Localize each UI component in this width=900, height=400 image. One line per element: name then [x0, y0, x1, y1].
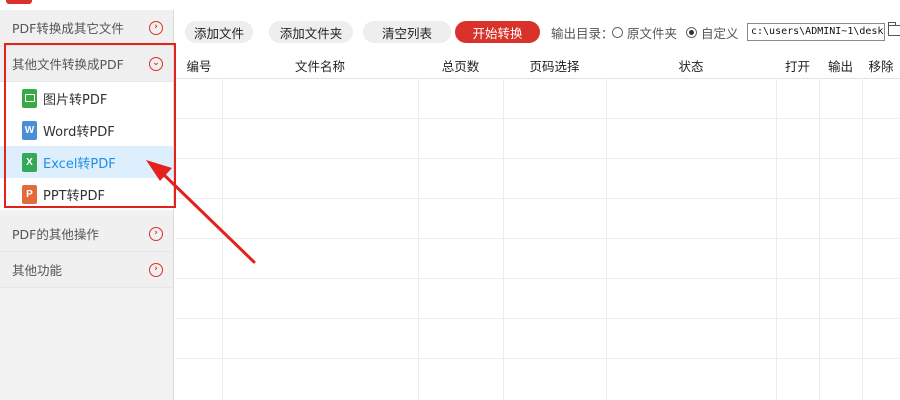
- image-file-icon: [22, 88, 37, 108]
- radio-custom-folder[interactable]: 自定义: [686, 21, 739, 43]
- collapse-arrow-icon: ⌄: [149, 56, 163, 71]
- radio-label: 自定义: [701, 25, 739, 41]
- row-divider: [176, 158, 900, 159]
- clear-list-button[interactable]: 清空列表: [363, 21, 451, 43]
- col-header-number: 编号: [186, 59, 212, 74]
- radio-label: 原文件夹: [627, 25, 678, 41]
- sidebar-item-ppt-to-pdf[interactable]: P PPT转PDF: [0, 178, 173, 210]
- output-dir-label: 输出目录：: [551, 25, 614, 41]
- sidebar-section-label: 其他文件转换成PDF: [12, 57, 124, 72]
- sidebar-item-label: 图片转PDF: [43, 92, 108, 108]
- row-divider: [176, 118, 900, 119]
- col-header-remove: 移除: [868, 59, 894, 74]
- sidebar-item-excel-to-pdf[interactable]: X Excel转PDF: [0, 146, 173, 178]
- excel-file-icon: X: [22, 152, 37, 172]
- sidebar-section-pdf-other-ops[interactable]: PDF的其他操作 ›: [0, 216, 173, 252]
- col-header-total-pages: 总页数: [441, 59, 480, 74]
- row-divider: [176, 238, 900, 239]
- col-header-status: 状态: [678, 59, 704, 74]
- col-header-filename: 文件名称: [294, 59, 345, 74]
- col-header-page-select: 页码选择: [529, 59, 580, 74]
- radio-icon: [612, 26, 623, 38]
- sidebar-section-label: 其他功能: [12, 263, 63, 278]
- folder-icon[interactable]: [888, 22, 900, 36]
- expand-arrow-icon: ›: [149, 262, 163, 277]
- start-convert-button[interactable]: 开始转换: [455, 21, 540, 43]
- radio-checked-icon: [686, 26, 697, 38]
- sidebar-item-label: Word转PDF: [43, 124, 115, 140]
- toolbar: 添加文件 添加文件夹 清空列表 开始转换 输出目录： 原文件夹 自定义 c:\u…: [174, 18, 900, 48]
- column-divider: [606, 78, 607, 400]
- row-divider: [176, 358, 900, 359]
- table-header: 编号 文件名称 总页数 页码选择 状态 打开 输出 移除: [176, 56, 900, 79]
- output-path-input[interactable]: c:\users\ADMINI~1\desktop: [747, 23, 885, 41]
- sidebar: PDF转换成其它文件 › 其他文件转换成PDF ⌄ 图片转PDF W Word转…: [0, 10, 174, 400]
- row-divider: [176, 318, 900, 319]
- sidebar-item-word-to-pdf[interactable]: W Word转PDF: [0, 114, 173, 146]
- sidebar-section-label: PDF的其他操作: [12, 227, 99, 242]
- column-divider: [862, 78, 863, 400]
- column-divider: [819, 78, 820, 400]
- word-file-icon: W: [22, 120, 37, 140]
- sidebar-section-other-to-pdf[interactable]: 其他文件转换成PDF ⌄: [0, 46, 173, 82]
- sidebar-item-image-to-pdf[interactable]: 图片转PDF: [0, 82, 173, 114]
- row-divider: [176, 278, 900, 279]
- sidebar-item-label: Excel转PDF: [43, 156, 116, 172]
- column-divider: [776, 78, 777, 400]
- sidebar-section-other-functions[interactable]: 其他功能 ›: [0, 252, 173, 288]
- expand-arrow-icon: ›: [149, 226, 163, 241]
- file-table: 编号 文件名称 总页数 页码选择 状态 打开 输出 移除: [176, 56, 900, 400]
- column-divider: [222, 78, 223, 400]
- sidebar-section-pdf-to-other[interactable]: PDF转换成其它文件 ›: [0, 10, 173, 46]
- add-file-button[interactable]: 添加文件: [185, 21, 253, 43]
- app-logo-tab: [6, 0, 32, 4]
- row-divider: [176, 198, 900, 199]
- add-folder-button[interactable]: 添加文件夹: [269, 21, 353, 43]
- column-divider: [503, 78, 504, 400]
- radio-original-folder[interactable]: 原文件夹: [612, 21, 677, 43]
- col-header-open: 打开: [784, 59, 810, 74]
- sidebar-item-label: PPT转PDF: [43, 188, 105, 204]
- sidebar-section-label: PDF转换成其它文件: [12, 21, 124, 36]
- expand-arrow-icon: ›: [149, 20, 163, 35]
- ppt-file-icon: P: [22, 184, 37, 204]
- col-header-output: 输出: [827, 59, 853, 74]
- column-divider: [418, 78, 419, 400]
